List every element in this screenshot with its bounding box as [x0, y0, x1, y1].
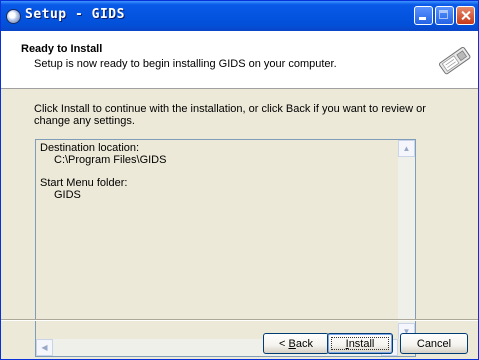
back-label: ack: [295, 337, 313, 350]
install-button[interactable]: Install: [327, 333, 393, 354]
back-prefix: <: [279, 337, 289, 350]
scroll-left-button[interactable]: ◀: [36, 339, 53, 356]
wizard-header: Ready to Install Setup is now ready to b…: [1, 31, 478, 89]
setup-disk-icon: [438, 46, 471, 75]
chevron-left-icon: ◀: [41, 343, 48, 352]
back-accel: B: [288, 337, 296, 350]
scroll-up-button[interactable]: ▲: [398, 140, 415, 157]
ready-memo[interactable]: Destination location: C:\Program Files\G…: [35, 139, 416, 357]
back-button[interactable]: < Back: [263, 333, 329, 354]
destination-label: Destination location:: [40, 142, 140, 154]
start-menu-value: GIDS: [54, 189, 81, 201]
chevron-up-icon: ▲: [402, 144, 411, 153]
title-bar[interactable]: Setup - GIDS: [1, 1, 478, 31]
instruction-text: Click Install to continue with the insta…: [34, 103, 426, 127]
cancel-label: Cancel: [416, 337, 452, 350]
focus-rectangle: [331, 337, 389, 350]
maximize-button[interactable]: [435, 6, 454, 25]
start-menu-label: Start Menu folder:: [40, 177, 128, 189]
page-subtitle: Setup is now ready to begin installing G…: [34, 58, 337, 70]
vertical-scrollbar[interactable]: ▲ ▼: [398, 140, 415, 340]
cancel-button[interactable]: Cancel: [400, 333, 468, 354]
destination-value: C:\Program Files\GIDS: [54, 154, 167, 166]
page-title: Ready to Install: [21, 43, 103, 55]
footer-divider: [1, 319, 478, 321]
setup-window: Setup - GIDS Ready to Install Setup is n…: [0, 0, 479, 360]
close-button[interactable]: [456, 6, 475, 25]
wizard-content: Click Install to continue with the insta…: [1, 89, 478, 357]
window-title: Setup - GIDS: [25, 7, 125, 22]
setup-app-icon[interactable]: [6, 9, 21, 24]
memo-text: Destination location: C:\Program Files\G…: [40, 142, 166, 201]
minimize-button[interactable]: [414, 6, 433, 25]
